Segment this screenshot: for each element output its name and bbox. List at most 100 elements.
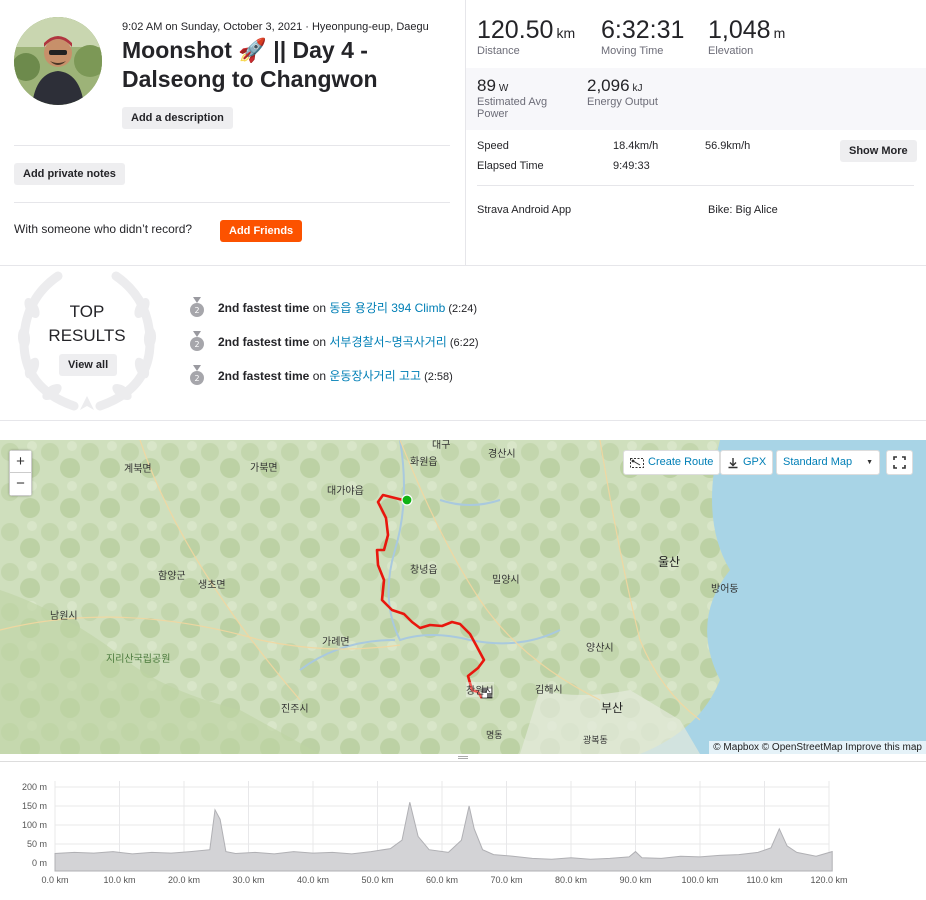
stat-energy: 2,096 kJ Energy Output xyxy=(587,76,658,108)
map-place: 계북면 xyxy=(124,464,152,475)
map-attribution[interactable]: © Mapbox © OpenStreetMap Improve this ma… xyxy=(709,741,926,754)
map-place: 명동 xyxy=(486,731,503,741)
map-place: 광복동 xyxy=(583,736,608,746)
top-results-list: 2 2nd fastest time on 동읍 용강리 394 Climb (… xyxy=(190,290,479,392)
segment-link[interactable]: 서부경찰서~명곡사거리 xyxy=(329,335,446,349)
map-place: 경산시 xyxy=(488,449,516,460)
gpx-label: GPX xyxy=(743,456,767,468)
moving-time-label: Moving Time xyxy=(601,45,664,57)
map-place: 화원읍 xyxy=(410,457,438,468)
show-more-button[interactable]: Show More xyxy=(840,140,917,162)
map-canvas xyxy=(0,440,926,754)
route-icon xyxy=(630,457,644,468)
energy-unit: kJ xyxy=(632,83,643,94)
x-tick-label: 50.0 km xyxy=(361,875,393,885)
zoom-in-button[interactable]: + xyxy=(9,450,32,473)
map-place: 창녕읍 xyxy=(410,565,438,576)
route-map[interactable]: 대구 계북면 가북면 화원읍 경산시 대가야읍 함양군 생초면 창녕읍 밀양시 … xyxy=(0,440,926,754)
map-place: 가북면 xyxy=(250,463,278,474)
segment-link[interactable]: 동읍 용강리 394 Climb xyxy=(329,301,445,315)
download-icon xyxy=(728,457,738,468)
map-place: 생초면 xyxy=(198,580,226,591)
segment-link[interactable]: 운동장사거리 고고 xyxy=(329,369,421,383)
result-on: on xyxy=(309,300,330,315)
create-route-button[interactable]: Create Route xyxy=(623,450,721,475)
silver-medal-icon: 2 xyxy=(190,331,204,351)
stat-distance: 120.50 km Distance xyxy=(477,16,575,57)
moving-time-value: 6:32:31 xyxy=(601,16,685,44)
bike-name: Bike: Big Alice xyxy=(708,204,778,216)
result-time: (2:58) xyxy=(421,370,453,383)
map-place: 지리산국립공원 xyxy=(106,654,171,665)
result-label: 2nd fastest time xyxy=(218,368,310,383)
elevation-unit: m xyxy=(773,25,786,41)
activity-meta: 9:02 AM on Sunday, October 3, 2021 · Hye… xyxy=(122,21,429,33)
map-resize-handle[interactable] xyxy=(0,754,926,762)
map-place: 김해시 xyxy=(535,685,563,696)
athlete-avatar[interactable] xyxy=(14,17,102,105)
x-tick-label: 20.0 km xyxy=(168,875,200,885)
elevation-chart[interactable]: 200 m 150 m 100 m 50 m 0 m 0.0 km 10.0 km 20.0… xyxy=(0,770,926,895)
divider xyxy=(14,145,450,146)
y-tick-label: 100 m xyxy=(22,820,47,830)
result-on: on xyxy=(309,368,330,383)
stat-power: 89 W Estimated Avg Power xyxy=(477,76,547,120)
y-tick-label: 0 m xyxy=(32,858,47,868)
map-place: 창원시 xyxy=(466,682,494,697)
silver-medal-icon: 2 xyxy=(190,297,204,317)
grip-icon xyxy=(458,756,468,759)
x-tick-label: 60.0 km xyxy=(426,875,458,885)
energy-label: Energy Output xyxy=(587,96,658,108)
y-tick-label: 150 m xyxy=(22,801,47,811)
activity-title: Moonshot 🚀 || Day 4 - Dalseong to Changw… xyxy=(122,37,378,92)
start-marker xyxy=(401,494,413,506)
create-route-label: Create Route xyxy=(648,456,714,468)
map-place: 가례면 xyxy=(322,637,350,648)
map-place: 대구 xyxy=(432,440,451,451)
result-time: (2:24) xyxy=(445,302,478,315)
zoom-out-button[interactable]: − xyxy=(9,473,32,496)
x-tick-label: 120.0 km xyxy=(810,875,847,885)
section-divider xyxy=(0,420,926,421)
map-place: 양산시 xyxy=(586,643,614,654)
elapsed-label: Elapsed Time xyxy=(477,160,544,172)
result-time: (6:22) xyxy=(446,336,479,349)
chevron-down-icon: ▼ xyxy=(866,459,873,466)
x-tick-label: 0.0 km xyxy=(41,875,68,885)
map-place: 대가야읍 xyxy=(327,486,364,497)
add-friends-button[interactable]: Add Friends xyxy=(220,220,303,242)
add-private-notes-button[interactable]: Add private notes xyxy=(14,163,125,185)
top-results-title-1: TOP xyxy=(69,302,105,321)
stat-elevation: 1,048 m Elevation xyxy=(708,16,785,57)
x-tick-label: 10.0 km xyxy=(103,875,135,885)
elevation-value: 1,048 xyxy=(708,16,771,44)
x-tick-label: 70.0 km xyxy=(490,875,522,885)
elevation-label: Elevation xyxy=(708,45,754,57)
add-description-button[interactable]: Add a description xyxy=(122,107,233,129)
x-tick-label: 100.0 km xyxy=(681,875,718,885)
map-style-select[interactable]: Standard Map ▼ xyxy=(776,450,880,475)
fullscreen-button[interactable] xyxy=(886,450,913,475)
result-label: 2nd fastest time xyxy=(218,334,310,349)
view-all-button[interactable]: View all xyxy=(59,354,118,376)
map-place: 방어동 xyxy=(711,584,739,595)
x-tick-label: 80.0 km xyxy=(555,875,587,885)
x-tick-label: 90.0 km xyxy=(619,875,651,885)
power-label-2: Power xyxy=(477,108,509,120)
y-tick-label: 50 m xyxy=(27,839,47,849)
medal-rank: 2 xyxy=(194,374,199,383)
top-result-item: 2 2nd fastest time on 운동장사거리 고고 (2:58) xyxy=(190,358,479,392)
map-place: 남원시 xyxy=(50,611,78,622)
gpx-download-button[interactable]: GPX xyxy=(720,450,774,475)
header-divider xyxy=(465,0,466,265)
fullscreen-icon xyxy=(893,456,906,469)
top-results-title-2: RESULTS xyxy=(48,326,126,345)
distance-value: 120.50 xyxy=(477,16,554,44)
result-on: on xyxy=(309,334,330,349)
power-label-1: Estimated Avg xyxy=(477,96,548,108)
top-result-item: 2 2nd fastest time on 동읍 용강리 394 Climb (… xyxy=(190,290,479,324)
section-divider xyxy=(0,265,926,266)
device-link[interactable]: Strava Android App xyxy=(477,204,571,216)
map-place: 밀양시 xyxy=(492,575,520,586)
map-style-label: Standard Map xyxy=(783,456,853,468)
